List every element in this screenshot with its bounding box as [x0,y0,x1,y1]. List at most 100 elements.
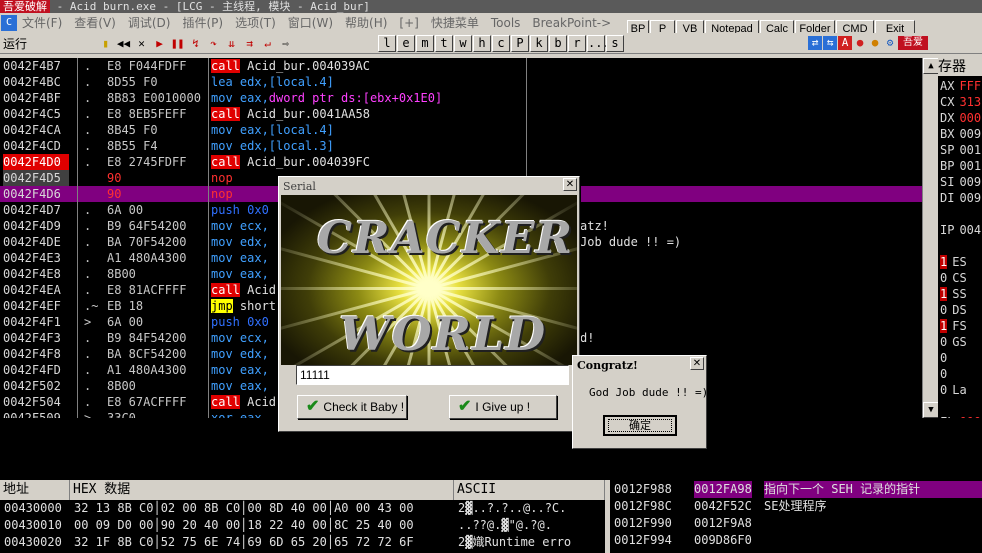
close-icon[interactable]: ✕ [133,35,150,52]
register-row[interactable]: DI 009 [940,190,982,206]
ok-button[interactable]: 确定 [603,415,677,436]
register-row[interactable]: CX 313 [940,94,982,110]
window-button-9[interactable]: b [549,35,567,52]
register-name: SI [940,175,955,189]
dump-row[interactable]: 00430000 32 13 8B C0│02 00 8B C0│00 8D 40… [0,500,605,517]
scroll-down-arrow-icon[interactable]: ▼ [923,402,939,418]
register-row[interactable]: BX 009 [940,126,982,142]
register-row[interactable] [940,206,982,222]
register-row[interactable]: 1 ES [940,254,982,270]
stack-row[interactable]: 0012F988 0012FA98 指向下一个 SEH 记录的指针 [610,481,982,498]
palette-icon[interactable]: ● [868,36,882,50]
open-folder-icon[interactable]: ▮ [97,35,114,52]
dump-col-ascii[interactable]: ASCII [454,480,605,500]
disasm-row[interactable]: 0042F4CA. 8B45 F0 mov eax,[local.4] [0,122,922,138]
menu-item[interactable]: 选项(T) [235,16,276,30]
register-name: DX [940,111,955,125]
register-row[interactable]: 0 [940,366,982,382]
register-row[interactable]: 0 La [940,382,982,398]
gear-icon[interactable]: ⚙ [883,36,897,50]
register-row[interactable]: SP 001 [940,142,982,158]
register-row[interactable]: DX 000 [940,110,982,126]
close-icon[interactable]: ✕ [563,178,577,191]
check-button[interactable]: ✔ Check it Baby ! [297,395,407,419]
register-row[interactable]: 0 DS [940,302,982,318]
register-row[interactable]: 1 FS [940,318,982,334]
register-row[interactable]: 0 CS [940,270,982,286]
trace-into-icon[interactable]: ⇊ [223,35,240,52]
menu-item[interactable]: BreakPoint-> [532,16,611,30]
arrow-left-icon[interactable]: ⇄ [808,36,822,50]
step-over-icon[interactable]: ↷ [205,35,222,52]
register-row[interactable]: AX FFF [940,78,982,94]
stack-row[interactable]: 0012F98C 0042F52C SE处理程序 [610,498,982,515]
stack-pane[interactable]: 0012F988 0012FA98 指向下一个 SEH 记录的指针 0012F98C 0… [608,480,982,553]
wuai-logo-icon[interactable]: 吾爱 [898,36,928,50]
window-button-11[interactable]: ... [587,35,610,52]
dump-ascii: 2▓..?.?..@..?C. [458,501,567,515]
disasm-row[interactable]: 0042F4C5. E8 8EB5FEFF call Acid_bur.0041AA… [0,106,922,122]
menu-item[interactable]: 调试(D) [128,16,171,30]
rewind-icon[interactable]: ◀◀ [115,35,132,52]
disasm-scrollbar[interactable]: ▲ ▼ [922,58,939,418]
pause-icon[interactable]: ❚❚ [169,35,186,52]
disasm-mnemonic: mov edx, [211,235,269,249]
window-button-5[interactable]: h [473,35,491,52]
register-name: 0 [940,351,948,365]
register-row[interactable]: 0 GS [940,334,982,350]
menu-item[interactable]: Tools [491,16,521,30]
menu-item[interactable]: 窗口(W) [288,16,333,30]
window-button-2[interactable]: m [416,35,434,52]
disasm-instruction: xor eax, [211,410,269,418]
disasm-row[interactable]: 0042F4B7. E8 F044FDFF call Acid_bur.004039… [0,58,922,74]
register-row[interactable] [940,238,982,254]
give-up-button[interactable]: ✔ I Give up ! [449,395,557,419]
menu-item[interactable]: [+] [399,16,418,30]
menu-item[interactable]: 帮助(H) [345,16,387,30]
window-button-6[interactable]: c [492,35,510,52]
scroll-up-arrow-icon[interactable]: ▲ [923,58,939,74]
a-icon[interactable]: A [838,36,852,50]
window-button-1[interactable]: e [397,35,415,52]
register-name: SP [940,143,955,157]
dump-row[interactable]: 00430020 32 1F 8B C0│52 75 6E 74│69 6D 65… [0,534,605,551]
dump-row[interactable]: 00430010 00 09 D0 00│90 20 40 00│18 22 40… [0,517,605,534]
disasm-row[interactable]: 0042F4CD. 8B55 F4 mov edx,[local.3] [0,138,922,154]
execute-till-return-icon[interactable]: ↵ [259,35,276,52]
goto-icon[interactable]: ⇨ [277,35,294,52]
register-row[interactable]: 0 [940,350,982,366]
menu-item[interactable]: 查看(V) [74,16,116,30]
window-button-3[interactable]: t [435,35,453,52]
register-value: ES [952,255,967,269]
menu-item[interactable]: 快捷菜单 [431,16,479,30]
menu-item[interactable]: 插件(P) [182,16,223,30]
register-row[interactable]: SI 009 [940,174,982,190]
window-button-12[interactable]: s [606,35,624,52]
dump-col-hex[interactable]: HEX 数据 [70,480,454,500]
stack-row[interactable]: 0012F990 0012F9A8 [610,515,982,532]
register-row[interactable]: IP 004 [940,222,982,238]
menu-item[interactable]: 文件(F) [22,16,62,30]
record-icon[interactable]: ● [853,36,867,50]
trace-over-icon[interactable]: ⇉ [241,35,258,52]
close-icon[interactable]: ✕ [690,357,704,370]
stack-row[interactable]: 0012F994 009D86F0 [610,532,982,549]
register-row[interactable]: 1 SS [940,286,982,302]
window-button-7[interactable]: P [511,35,529,52]
window-button-8[interactable]: k [530,35,548,52]
register-row[interactable] [940,398,982,414]
dump-col-address[interactable]: 地址 [0,480,70,500]
disasm-row[interactable]: 0042F4BC. 8D55 F0 lea edx,[local.4] [0,74,922,90]
window-button-0[interactable]: l [378,35,396,52]
step-into-icon[interactable]: ↯ [187,35,204,52]
hex-dump-pane[interactable]: 地址 HEX 数据 ASCII 00430000 32 13 8B C0│02 0… [0,480,605,553]
registers-pane[interactable]: 存器 AX FFF CX 313 DX 000 BX 009 SP 001 BP 001 SI 009 DI 0… [938,58,982,418]
disasm-row[interactable]: 0042F4D0. E8 2745FDFF call Acid_bur.004039… [0,154,922,170]
window-button-10[interactable]: r [568,35,586,52]
disasm-row[interactable]: 0042F4BF. 8B83 E0010000 mov eax,dword ptr … [0,90,922,106]
arrow-right-icon[interactable]: ⇆ [823,36,837,50]
window-button-4[interactable]: w [454,35,472,52]
register-row[interactable]: BP 001 [940,158,982,174]
serial-input[interactable]: 11111 [296,365,569,385]
run-icon[interactable]: ▶ [151,35,168,52]
